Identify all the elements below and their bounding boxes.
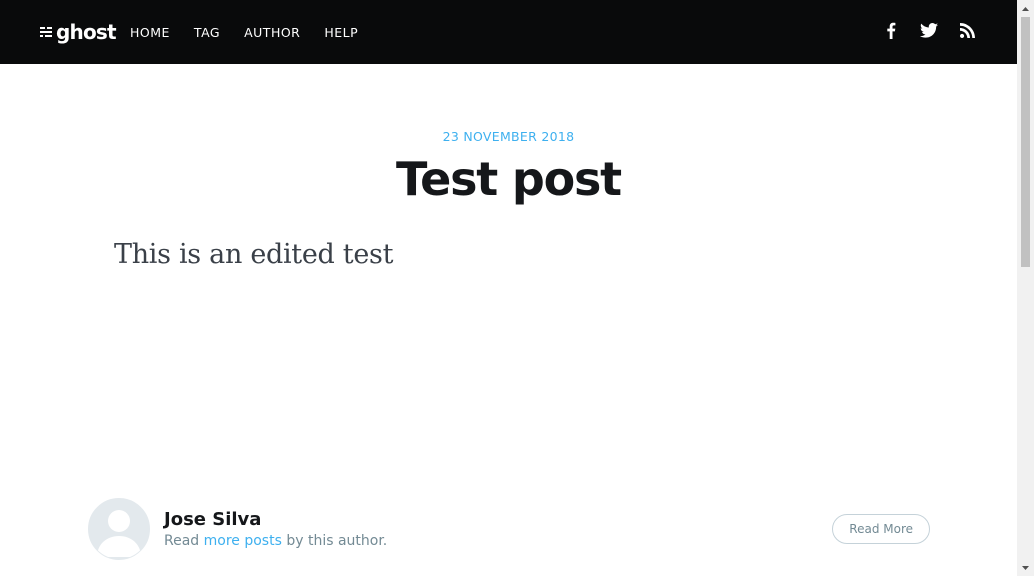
- twitter-icon[interactable]: [919, 20, 939, 40]
- site-logo[interactable]: ghost: [40, 18, 117, 46]
- read-more-button[interactable]: Read More: [832, 514, 930, 544]
- main-nav: HOME TAG AUTHOR HELP: [130, 0, 382, 64]
- more-posts-link[interactable]: more posts: [204, 533, 282, 549]
- nav-tag[interactable]: TAG: [194, 25, 220, 40]
- facebook-icon[interactable]: [881, 20, 901, 40]
- post-date: 23 NOVEMBER 2018: [442, 129, 575, 144]
- avatar-placeholder-icon: [97, 510, 141, 557]
- logo-text: ghost: [56, 20, 117, 44]
- nav-author[interactable]: AUTHOR: [244, 25, 300, 40]
- vertical-scrollbar[interactable]: [1017, 0, 1034, 576]
- author-bio-prefix: Read: [164, 533, 204, 549]
- ghost-logo-icon: [40, 26, 52, 38]
- nav-home[interactable]: HOME: [130, 25, 170, 40]
- author-card: Jose Silva Read more posts by this autho…: [88, 498, 930, 560]
- scroll-down-icon[interactable]: [1017, 559, 1034, 576]
- social-links: [881, 20, 977, 40]
- author-bio-suffix: by this author.: [281, 533, 388, 549]
- rss-icon[interactable]: [957, 20, 977, 40]
- author-name[interactable]: Jose Silva: [164, 509, 261, 530]
- author-avatar[interactable]: [88, 498, 150, 560]
- site-navbar: ghost HOME TAG AUTHOR HELP: [0, 0, 1017, 64]
- author-bio: Read more posts by this author.: [164, 533, 387, 549]
- post-title: Test post: [396, 152, 622, 206]
- post-body: This is an edited test: [114, 239, 394, 270]
- scrollbar-thumb[interactable]: [1021, 17, 1030, 267]
- nav-help[interactable]: HELP: [324, 25, 358, 40]
- scroll-up-icon[interactable]: [1017, 0, 1034, 17]
